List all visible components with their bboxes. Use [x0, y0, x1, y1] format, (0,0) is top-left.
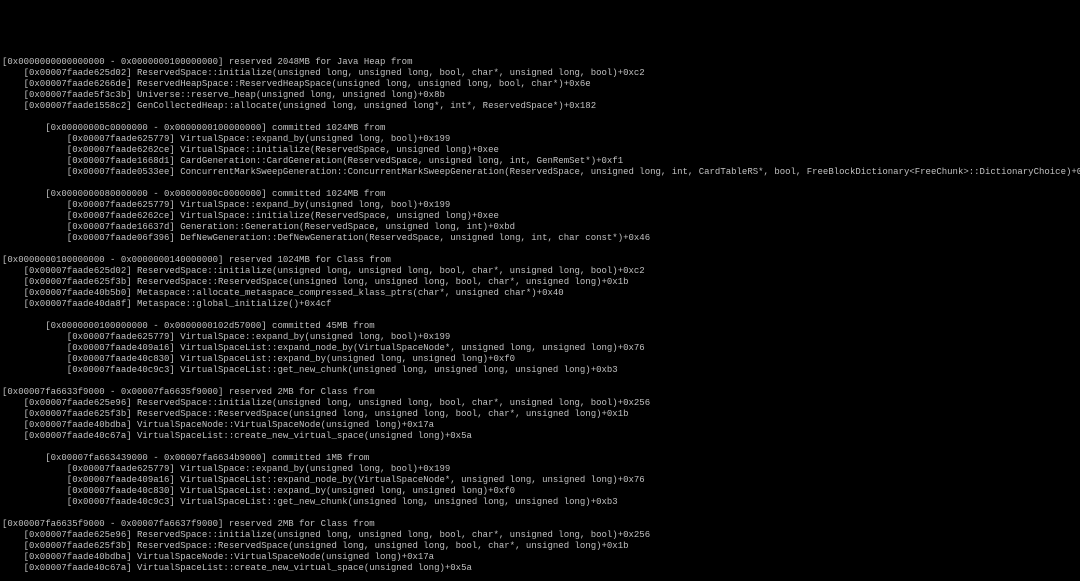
log-line: [0x0000000080000000 - 0x00000000c0000000… — [2, 189, 385, 199]
log-line: [0x00007faade625f3b] ReservedSpace::Rese… — [2, 541, 629, 551]
log-line: [0x00007faade1668d1] CardGeneration::Car… — [2, 156, 623, 166]
log-line: [0x00007faade625f3b] ReservedSpace::Rese… — [2, 409, 629, 419]
log-line: [0x00007faade40c9c3] VirtualSpaceList::g… — [2, 497, 618, 507]
log-line: [0x00007faade625779] VirtualSpace::expan… — [2, 332, 450, 342]
log-line: [0x00007faade6262ce] VirtualSpace::initi… — [2, 211, 499, 221]
log-line: [0x00007faade6262ce] VirtualSpace::initi… — [2, 145, 499, 155]
log-line: [0x00007faade40da8f] Metaspace::global_i… — [2, 299, 331, 309]
log-line: [0x00007faade40c67a] VirtualSpaceList::c… — [2, 431, 472, 441]
log-line: [0x00007faade40c830] VirtualSpaceList::e… — [2, 354, 515, 364]
log-line: [0x00007faade625d02] ReservedSpace::init… — [2, 266, 645, 276]
log-line: [0x00007faade625e96] ReservedSpace::init… — [2, 398, 650, 408]
log-line: [0x00007faade1558c2] GenCollectedHeap::a… — [2, 101, 596, 111]
log-line: [0x0000000100000000 - 0x0000000140000000… — [2, 255, 391, 265]
log-line: [0x00007faade40c67a] VirtualSpaceList::c… — [2, 563, 472, 573]
log-line: [0x00007faade40c830] VirtualSpaceList::e… — [2, 486, 515, 496]
log-line: [0x00007faade409a16] VirtualSpaceList::e… — [2, 343, 645, 353]
log-line: [0x00007faade409a16] VirtualSpaceList::e… — [2, 475, 645, 485]
log-line: [0x00007faade625e96] ReservedSpace::init… — [2, 530, 650, 540]
log-line: [0x00007faade40c9c3] VirtualSpaceList::g… — [2, 365, 618, 375]
log-line: [0x00007faade40bdba] VirtualSpaceNode::V… — [2, 552, 434, 562]
log-line: [0x00007faade625779] VirtualSpace::expan… — [2, 200, 450, 210]
log-line: [0x00007fa6635f9000 - 0x00007fa6637f9000… — [2, 519, 375, 529]
log-line: [0x00000000c0000000 - 0x0000000100000000… — [2, 123, 385, 133]
terminal-output: [0x0000000000000000 - 0x0000000100000000… — [0, 55, 1080, 581]
log-line: [0x00007faade16637d] Generation::Generat… — [2, 222, 515, 232]
log-line: [0x00007faade6266de] ReservedHeapSpace::… — [2, 79, 591, 89]
log-line: [0x00007faade625779] VirtualSpace::expan… — [2, 464, 450, 474]
log-line: [0x00007faade06f396] DefNewGeneration::D… — [2, 233, 650, 243]
log-line: [0x00007faade0533ee] ConcurrentMarkSweep… — [2, 167, 1080, 177]
log-line: [0x00007faade40b5b0] Metaspace::allocate… — [2, 288, 564, 298]
log-line: [0x00007faade5f3c3b] Universe::reserve_h… — [2, 90, 445, 100]
log-line: [0x00007faade625f3b] ReservedSpace::Rese… — [2, 277, 629, 287]
log-line: [0x00007faade625d02] ReservedSpace::init… — [2, 68, 645, 78]
log-line: [0x00007fa663439000 - 0x00007fa6634b9000… — [2, 453, 369, 463]
log-line: [0x00007faade625779] VirtualSpace::expan… — [2, 134, 450, 144]
log-line: [0x0000000000000000 - 0x0000000100000000… — [2, 57, 412, 67]
log-line: [0x00007faade40bdba] VirtualSpaceNode::V… — [2, 420, 434, 430]
log-line: [0x0000000100000000 - 0x0000000102d57000… — [2, 321, 375, 331]
log-line: [0x00007fa6633f9000 - 0x00007fa6635f9000… — [2, 387, 375, 397]
